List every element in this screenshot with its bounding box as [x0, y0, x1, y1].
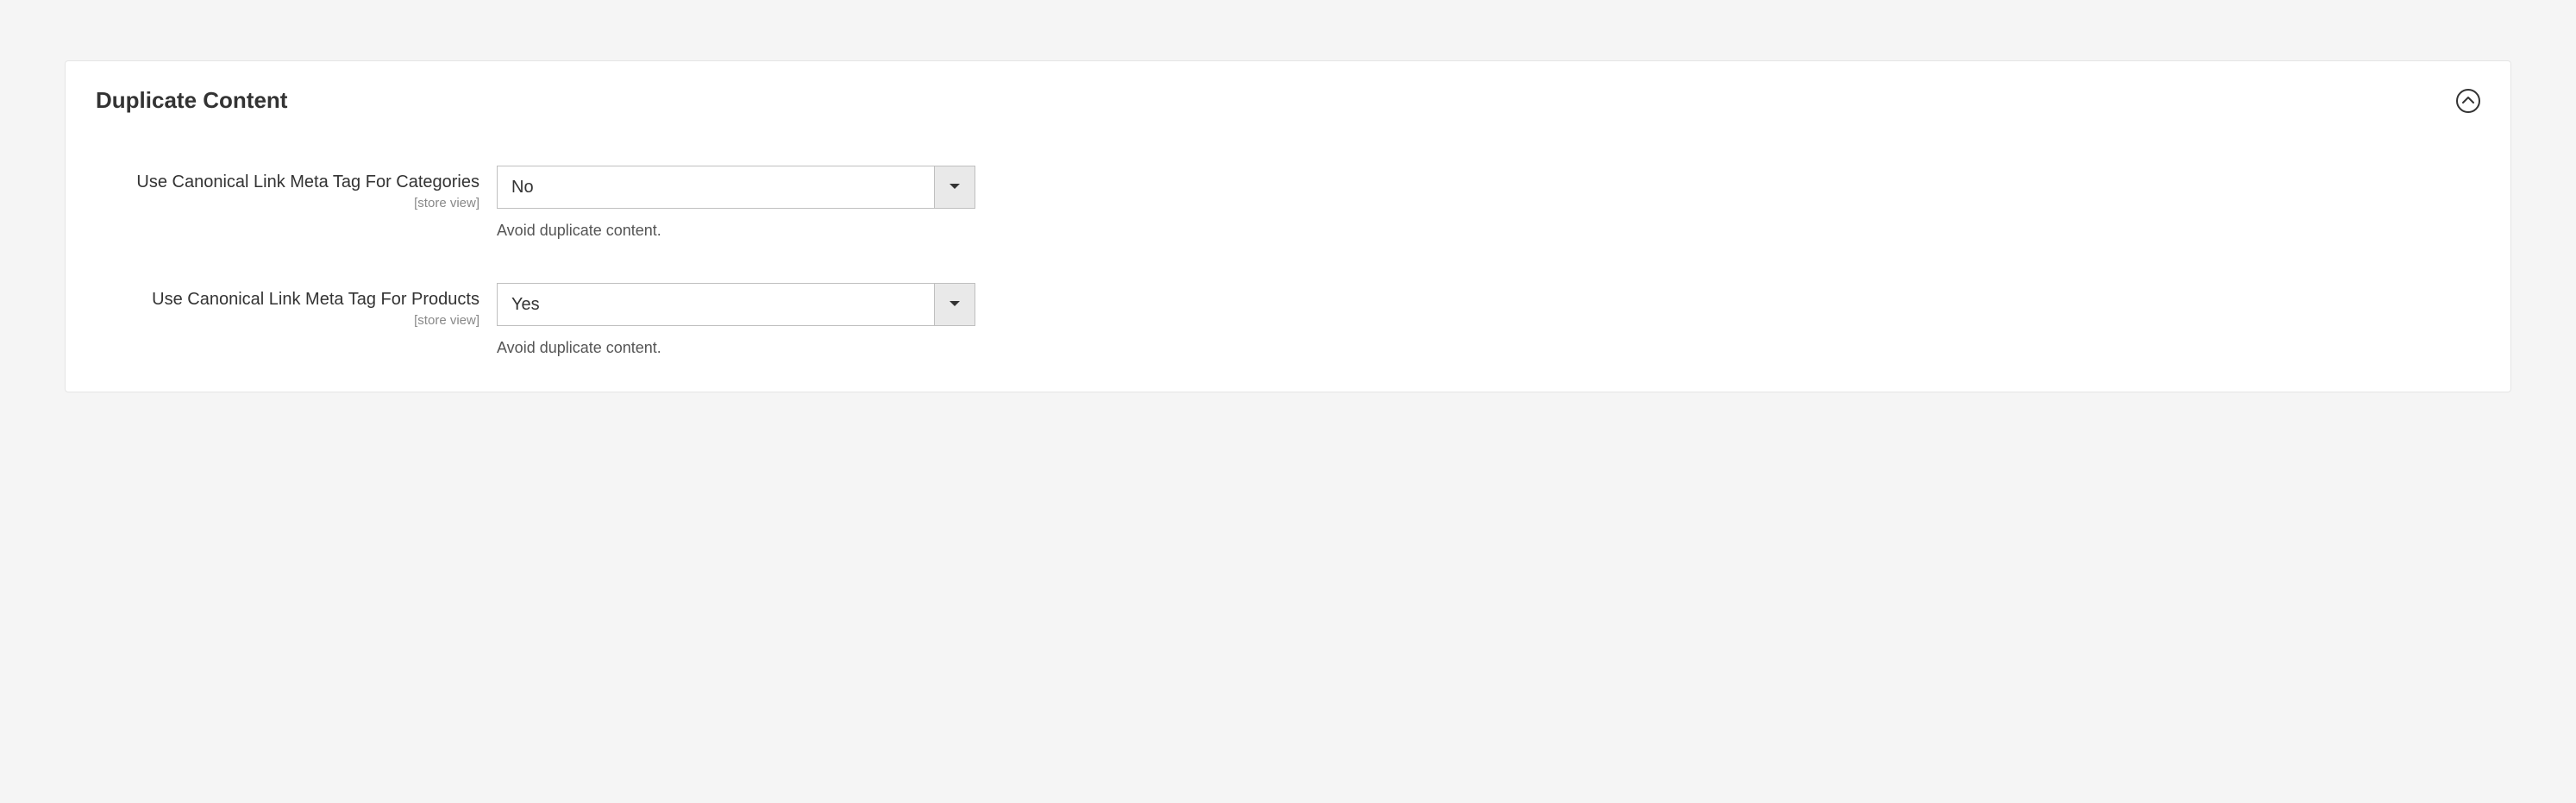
section-header[interactable]: Duplicate Content [96, 87, 2480, 114]
select-value: Yes [497, 283, 934, 326]
config-section-panel: Duplicate Content Use Canonical Link Met… [65, 60, 2511, 392]
canonical-products-select[interactable]: Yes [497, 283, 975, 326]
label-column: Use Canonical Link Meta Tag For Categori… [96, 166, 497, 210]
select-value: No [497, 166, 934, 209]
field-row-categories: Use Canonical Link Meta Tag For Categori… [96, 166, 2480, 240]
label-column: Use Canonical Link Meta Tag For Products… [96, 283, 497, 328]
section-title: Duplicate Content [96, 87, 287, 114]
field-label-products: Use Canonical Link Meta Tag For Products [96, 288, 479, 311]
caret-down-icon [949, 179, 961, 195]
scope-label-categories: [store view] [96, 196, 479, 210]
field-label-categories: Use Canonical Link Meta Tag For Categori… [96, 171, 479, 194]
field-comment-products: Avoid duplicate content. [497, 339, 975, 357]
canonical-categories-select[interactable]: No [497, 166, 975, 209]
select-arrow-button [934, 283, 975, 326]
caret-down-icon [949, 297, 961, 312]
chevron-up-icon [2462, 93, 2474, 109]
field-row-products: Use Canonical Link Meta Tag For Products… [96, 283, 2480, 357]
collapse-toggle[interactable] [2456, 89, 2480, 113]
field-comment-categories: Avoid duplicate content. [497, 222, 975, 240]
scope-label-products: [store view] [96, 313, 479, 328]
control-column: No Avoid duplicate content. [497, 166, 975, 240]
select-arrow-button [934, 166, 975, 209]
control-column: Yes Avoid duplicate content. [497, 283, 975, 357]
